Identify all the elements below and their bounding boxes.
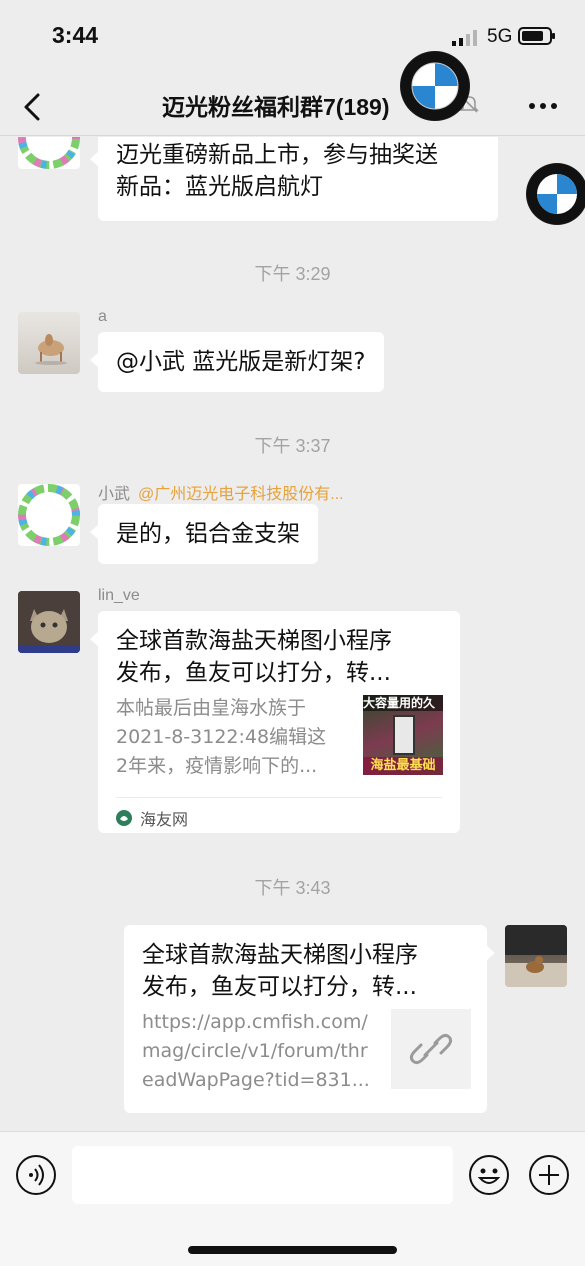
bmw-logo-icon xyxy=(401,52,469,120)
card-desc-line: 2年来，疫情影响下的... xyxy=(116,755,318,777)
back-icon[interactable] xyxy=(20,92,46,122)
message-list[interactable]: 迈光重磅新品上市，参与抽奖送 新品：蓝光版启航灯 下午 3:29 a @小武 蓝… xyxy=(0,137,585,1130)
message-text: @小武 蓝光版是新灯架? xyxy=(116,349,366,375)
card-title-line: 全球首款海盐天梯图小程序 xyxy=(116,628,392,654)
thumb-poster xyxy=(393,715,415,755)
sender-mention: @广州迈光电子科技股份有... xyxy=(138,486,344,503)
input-bar xyxy=(0,1131,585,1266)
avatar[interactable] xyxy=(18,484,80,546)
thumb-bottom-text: 海盐最基础 xyxy=(363,757,443,775)
ring-logo-icon xyxy=(18,137,80,169)
card-url-line: eadWapPage?tid=831... xyxy=(142,1069,370,1091)
card-title-line: 全球首款海盐天梯图小程序 xyxy=(142,942,418,968)
avatar[interactable] xyxy=(18,591,80,653)
message-text: 新品：蓝光版启航灯 xyxy=(116,174,323,200)
message-bubble[interactable]: 是的，铝合金支架 xyxy=(90,504,318,564)
emoji-icon[interactable] xyxy=(468,1154,510,1196)
my-avatar[interactable] xyxy=(505,925,567,987)
chat-header: 迈光粉丝福利群7(189) xyxy=(0,78,585,136)
link-card[interactable]: 全球首款海盐天梯图小程序 发布，鱼友可以打分，转... 本帖最后由皇海水族于 2… xyxy=(90,611,460,833)
battery-icon xyxy=(518,27,555,45)
dog-icon xyxy=(505,925,567,987)
card-desc-line: 本帖最后由皇海水族于 xyxy=(116,697,307,719)
status-time: 3:44 xyxy=(52,22,99,48)
voice-icon[interactable] xyxy=(15,1154,57,1196)
timestamp: 下午 3:43 xyxy=(254,878,331,898)
more-icon[interactable] xyxy=(528,96,558,116)
timestamp: 下午 3:37 xyxy=(254,436,331,456)
card-url-line: https://app.cmfish.com/ xyxy=(142,1011,368,1033)
card-desc-line: 2021-8-3122:48编辑这 xyxy=(116,726,327,748)
card-title: 全球首款海盐天梯图小程序 发布，鱼友可以打分，转... xyxy=(116,625,392,689)
source-name: 海友网 xyxy=(140,812,189,829)
camel-icon xyxy=(35,334,67,365)
avatar[interactable] xyxy=(18,137,80,169)
bmw-logo-icon xyxy=(527,164,585,224)
card-title: 全球首款海盐天梯图小程序 发布，鱼友可以打分，转... xyxy=(142,939,418,1003)
card-url-line: mag/circle/v1/forum/thr xyxy=(142,1040,368,1062)
signal-icon xyxy=(452,30,477,46)
thumb-top-text: 大容量用的久 xyxy=(363,695,443,711)
card-source: 海友网 xyxy=(116,806,188,830)
message-input[interactable] xyxy=(72,1146,453,1204)
source-logo-icon xyxy=(116,810,132,826)
bmw-logo xyxy=(400,51,470,121)
link-thumbnail xyxy=(391,1009,471,1089)
sender-name-text: 小武 xyxy=(98,486,131,503)
card-url: https://app.cmfish.com/ mag/circle/v1/fo… xyxy=(142,1008,370,1095)
card-title-line: 发布，鱼友可以打分，转... xyxy=(142,974,417,1000)
sender-name: a xyxy=(98,308,107,325)
card-thumbnail: 大容量用的久 海盐最基础 xyxy=(363,695,443,775)
sender-name: lin_ve xyxy=(98,587,140,604)
timestamp: 下午 3:29 xyxy=(254,264,331,284)
chat-title: 迈光粉丝福利群7(189) xyxy=(162,94,390,120)
message-bubble[interactable]: @小武 蓝光版是新灯架? xyxy=(90,332,384,392)
plus-icon[interactable] xyxy=(528,1154,570,1196)
sender-name: 小武 @广州迈光电子科技股份有... xyxy=(98,480,344,504)
link-icon xyxy=(409,1033,453,1065)
home-indicator xyxy=(188,1246,397,1254)
status-bar: 3:44 5G xyxy=(0,0,585,78)
message-text: 是的，铝合金支架 xyxy=(116,521,300,547)
card-description: 本帖最后由皇海水族于 2021-8-3122:48编辑这 2年来，疫情影响下的.… xyxy=(116,694,326,781)
card-title-line: 发布，鱼友可以打分，转... xyxy=(116,660,391,686)
cat-icon xyxy=(18,591,80,653)
card-divider xyxy=(116,797,442,798)
message-text: 迈光重磅新品上市，参与抽奖送 xyxy=(116,142,438,168)
ring-logo-icon xyxy=(18,484,80,546)
avatar[interactable] xyxy=(18,312,80,374)
bmw-logo xyxy=(526,163,585,225)
message-bubble[interactable]: 迈光重磅新品上市，参与抽奖送 新品：蓝光版启航灯 xyxy=(90,137,498,221)
link-card[interactable]: 全球首款海盐天梯图小程序 发布，鱼友可以打分，转... https://app.… xyxy=(124,925,495,1113)
network-label: 5G xyxy=(487,26,513,47)
